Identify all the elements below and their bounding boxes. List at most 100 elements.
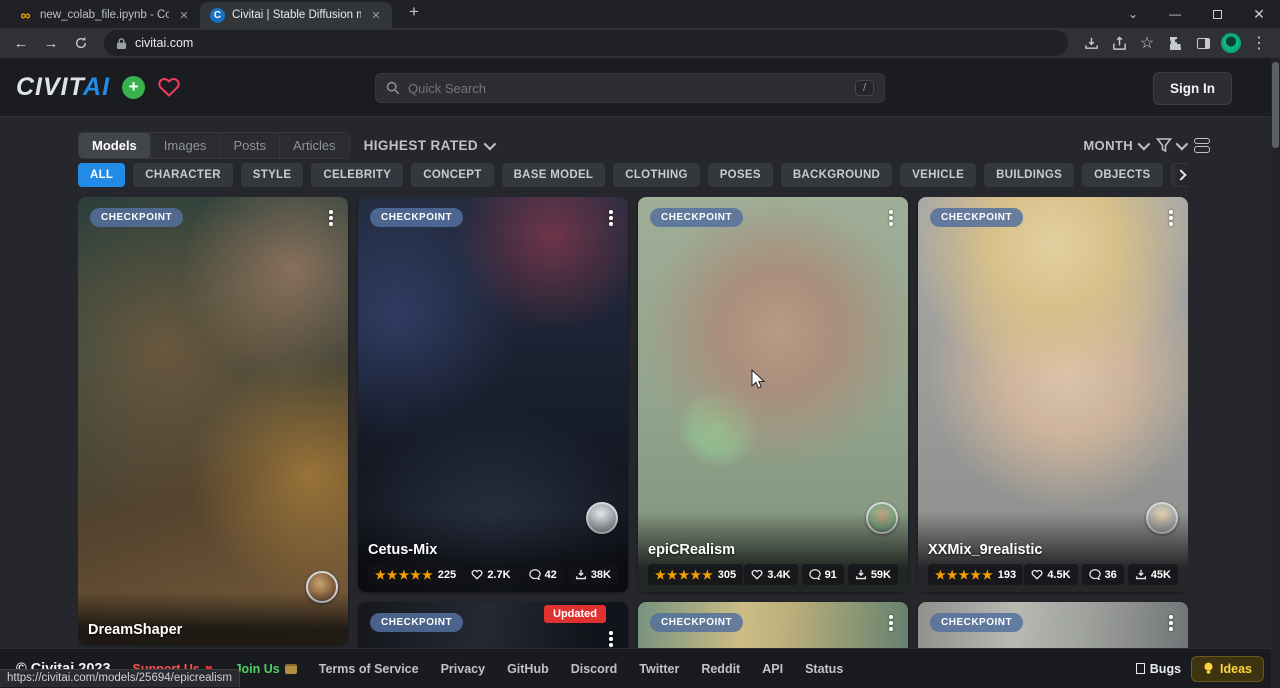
tab-search-chevron-icon[interactable]: ⌄ <box>1112 0 1154 28</box>
footer-link-api[interactable]: API <box>762 662 783 676</box>
download-tray-icon[interactable] <box>1078 30 1104 56</box>
category-chip-vehicle[interactable]: VEHICLE <box>900 163 976 187</box>
card-menu-kebab-icon[interactable] <box>882 612 900 634</box>
scrollbar-thumb[interactable] <box>1272 62 1279 148</box>
card-menu-kebab-icon[interactable] <box>602 207 620 229</box>
back-button[interactable]: ← <box>8 30 34 56</box>
model-card-partial[interactable]: CHECKPOINTUpdated <box>358 602 628 648</box>
footer-link-privacy[interactable]: Privacy <box>441 662 485 676</box>
model-card[interactable]: CHECKPOINTDreamShaper <box>78 197 348 645</box>
minimize-button[interactable]: — <box>1154 0 1196 28</box>
model-card[interactable]: CHECKPOINTCetus-Mix★★★★★2252.7K4238K <box>358 197 628 592</box>
model-card[interactable]: CHECKPOINTepiCRealism★★★★★3053.4K9159K <box>638 197 908 592</box>
filter-funnel-button[interactable] <box>1156 137 1185 153</box>
sort-select[interactable]: HIGHEST RATED <box>364 138 493 153</box>
new-tab-button[interactable]: + <box>402 0 426 24</box>
reload-button[interactable] <box>68 30 94 56</box>
category-chip-all[interactable]: ALL <box>78 163 125 187</box>
civitai-logo[interactable]: CIVITAI <box>16 73 110 102</box>
category-chip-buildings[interactable]: BUILDINGS <box>984 163 1074 187</box>
tab-images[interactable]: Images <box>150 133 220 158</box>
forward-button[interactable]: → <box>38 30 64 56</box>
footer-link-reddit[interactable]: Reddit <box>701 662 740 676</box>
quick-search[interactable]: / <box>375 73 885 103</box>
page-scrollbar[interactable] <box>1271 58 1280 688</box>
comments-pill: 91 <box>802 564 844 585</box>
card-menu-kebab-icon[interactable] <box>1162 207 1180 229</box>
mouse-cursor <box>751 369 768 396</box>
ideas-button[interactable]: Ideas <box>1191 656 1264 682</box>
comments-pill-icon <box>1089 569 1101 580</box>
card-menu-kebab-icon[interactable] <box>882 207 900 229</box>
period-select[interactable]: MONTH <box>1083 138 1147 153</box>
logo-ai-text: AI <box>83 73 110 101</box>
stat-pills: 2.7K4238K <box>464 564 618 585</box>
footer-link-join-us[interactable]: Join Us <box>235 662 297 676</box>
card-menu-kebab-icon[interactable] <box>602 628 620 648</box>
profile-avatar[interactable] <box>1218 30 1244 56</box>
logo-civit-text: CIVIT <box>16 73 83 101</box>
browser-tab[interactable]: CCivitai | Stable Diffusion models,✕ <box>200 2 392 28</box>
footer-link-label: Twitter <box>639 662 679 676</box>
share-icon[interactable] <box>1106 30 1132 56</box>
address-bar[interactable]: civitai.com <box>104 30 1068 56</box>
category-chip-base-model[interactable]: BASE MODEL <box>502 163 606 187</box>
category-chip-background[interactable]: BACKGROUND <box>781 163 892 187</box>
category-chip-poses[interactable]: POSES <box>708 163 773 187</box>
chips-scroll-right-button[interactable] <box>1170 164 1192 186</box>
category-chip-celebrity[interactable]: CELEBRITY <box>311 163 403 187</box>
star-rating-icons: ★★★★★ <box>375 569 434 581</box>
browser-tab[interactable]: ∞new_colab_file.ipynb - Colaborat✕ <box>8 2 200 28</box>
tab-close-icon[interactable]: ✕ <box>176 7 192 23</box>
card-info-overlay: XXMix_9realistic★★★★★1934.5K3645K <box>918 512 1188 592</box>
bookmark-star-icon[interactable]: ☆ <box>1134 30 1160 56</box>
category-chip-character[interactable]: CHARACTER <box>133 163 233 187</box>
rating-pill[interactable]: ★★★★★225 <box>368 564 463 585</box>
browser-menu-kebab-icon[interactable]: ⋮ <box>1246 30 1272 56</box>
search-input[interactable] <box>408 81 847 96</box>
close-window-button[interactable]: ✕ <box>1238 0 1280 28</box>
tab-title: new_colab_file.ipynb - Colaborat <box>40 9 169 21</box>
tab-posts[interactable]: Posts <box>219 133 279 158</box>
upload-plus-button[interactable]: + <box>122 76 145 99</box>
footer-link-github[interactable]: GitHub <box>507 662 549 676</box>
model-card-partial[interactable]: CHECKPOINT <box>638 602 908 648</box>
bugs-button[interactable]: Bugs <box>1136 662 1181 676</box>
comments-pill: 42 <box>522 564 564 585</box>
model-type-badge: CHECKPOINT <box>650 208 743 227</box>
model-card-partial[interactable]: CHECKPOINT <box>918 602 1188 648</box>
category-chip-clothing[interactable]: CLOTHING <box>613 163 699 187</box>
sign-in-button[interactable]: Sign In <box>1153 72 1232 105</box>
side-panel-icon[interactable] <box>1190 30 1216 56</box>
rating-pill[interactable]: ★★★★★305 <box>648 564 743 585</box>
card-menu-kebab-icon[interactable] <box>322 207 340 229</box>
tab-close-icon[interactable]: ✕ <box>368 7 384 23</box>
tab-models[interactable]: Models <box>79 133 150 158</box>
footer-link-label: Reddit <box>701 662 740 676</box>
card-layout-toggle[interactable] <box>1194 138 1210 153</box>
layout-row-icon <box>1194 138 1210 145</box>
footer-link-status[interactable]: Status <box>805 662 843 676</box>
footer-link-terms-of-service[interactable]: Terms of Service <box>319 662 419 676</box>
downloads-pill-value: 45K <box>1151 569 1171 581</box>
comments-pill: 36 <box>1082 564 1124 585</box>
chevron-down-icon <box>484 137 497 150</box>
browser-tab-strip: ∞new_colab_file.ipynb - Colaborat✕CCivit… <box>0 0 1280 28</box>
footer-link-label: Status <box>805 662 843 676</box>
search-shortcut-key: / <box>855 80 874 96</box>
card-menu-kebab-icon[interactable] <box>1162 612 1180 634</box>
restore-button[interactable] <box>1196 0 1238 28</box>
footer-link-twitter[interactable]: Twitter <box>639 662 679 676</box>
rating-pill[interactable]: ★★★★★193 <box>928 564 1023 585</box>
category-chip-objects[interactable]: OBJECTS <box>1082 163 1162 187</box>
category-chip-style[interactable]: STYLE <box>241 163 304 187</box>
footer-link-discord[interactable]: Discord <box>571 662 618 676</box>
category-chip-concept[interactable]: CONCEPT <box>411 163 493 187</box>
downloads-pill: 38K <box>568 564 618 585</box>
layout-row-icon <box>1194 146 1210 153</box>
tab-articles[interactable]: Articles <box>279 133 349 158</box>
extensions-puzzle-icon[interactable] <box>1162 30 1188 56</box>
likes-pill-icon <box>471 569 483 580</box>
model-card[interactable]: CHECKPOINTXXMix_9realistic★★★★★1934.5K36… <box>918 197 1188 592</box>
favorites-heart-button[interactable] <box>157 76 181 98</box>
